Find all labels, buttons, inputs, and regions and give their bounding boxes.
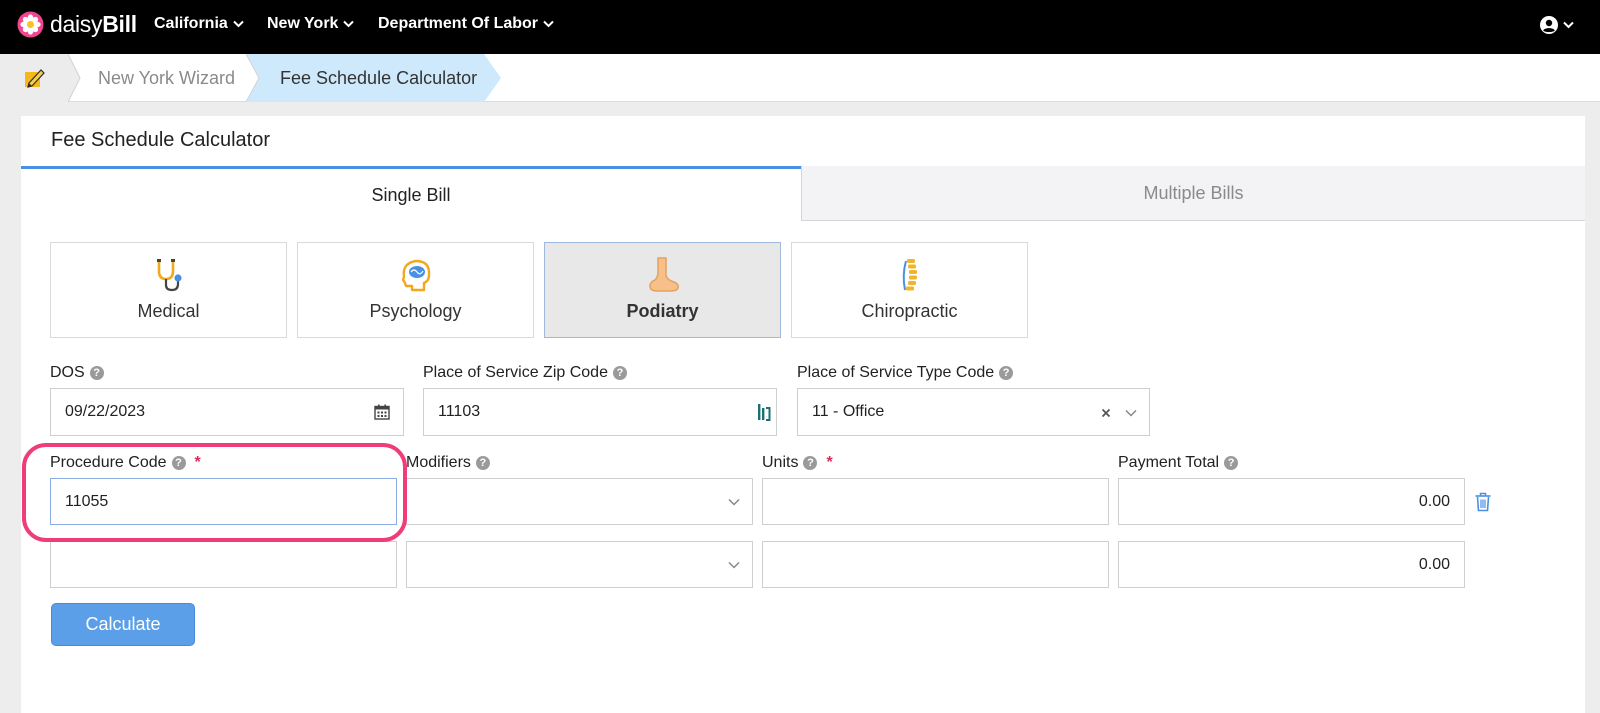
dos-input[interactable] bbox=[50, 388, 404, 436]
chevron-down-icon[interactable] bbox=[1125, 408, 1137, 418]
user-account-icon bbox=[1540, 16, 1558, 34]
nav-menu-new-york[interactable]: New York bbox=[267, 15, 355, 33]
modifiers-label-text: Modifiers bbox=[406, 454, 471, 471]
help-icon[interactable]: ? bbox=[612, 366, 627, 380]
procedure-code-highlight bbox=[22, 443, 407, 542]
modifiers-select[interactable] bbox=[406, 541, 753, 588]
brain-icon bbox=[401, 259, 430, 292]
spine-icon bbox=[902, 259, 917, 291]
modifiers-select[interactable] bbox=[406, 478, 753, 525]
breadcrumb-label: New York Wizard bbox=[98, 67, 236, 88]
pencil-note-icon bbox=[25, 69, 45, 88]
specialty-label: Psychology bbox=[369, 301, 462, 321]
help-icon[interactable]: ? bbox=[475, 456, 490, 470]
calculate-button[interactable]: Calculate bbox=[51, 603, 195, 646]
foot-icon bbox=[648, 257, 679, 292]
nav-menu-department-of-labor[interactable]: Department Of Labor bbox=[378, 15, 554, 33]
top-navigation-bar: daisyBill California New York Department… bbox=[0, 0, 1600, 54]
breadcrumb-separator bbox=[484, 54, 501, 102]
brand-name: daisyBill bbox=[50, 11, 137, 37]
calendar-icon[interactable] bbox=[370, 388, 394, 436]
breadcrumb-separator bbox=[246, 54, 260, 102]
nav-menu-label: California bbox=[154, 15, 228, 32]
help-icon[interactable]: ? bbox=[1224, 456, 1239, 470]
help-icon[interactable]: ? bbox=[89, 366, 104, 380]
help-icon[interactable]: ? bbox=[803, 456, 818, 470]
chevron-down-icon bbox=[1563, 21, 1574, 29]
trash-icon[interactable] bbox=[1471, 490, 1495, 514]
page-title: Fee Schedule Calculator bbox=[51, 129, 271, 151]
chevron-down-icon bbox=[343, 20, 355, 28]
help-icon[interactable]: ? bbox=[999, 366, 1014, 380]
tab-multiple-bills[interactable]: Multiple Bills bbox=[801, 166, 1585, 221]
modifiers-label: Modifiers ? bbox=[406, 454, 490, 472]
required-indicator: * bbox=[826, 454, 833, 471]
procedure-code-input[interactable] bbox=[50, 541, 397, 588]
dos-label: DOS ? bbox=[50, 364, 104, 382]
specialty-podiatry[interactable]: Podiatry bbox=[544, 242, 781, 338]
stethoscope-icon bbox=[156, 259, 182, 292]
pos-type-label: Place of Service Type Code ? bbox=[797, 364, 1014, 382]
pos-type-select[interactable]: 11 - Office bbox=[797, 388, 1150, 436]
clear-icon[interactable] bbox=[1101, 408, 1111, 418]
breadcrumb: New York Wizard Fee Schedule Calculator bbox=[0, 54, 1600, 102]
nav-menu-california[interactable]: California bbox=[154, 15, 244, 33]
payment-total-label: Payment Total ? bbox=[1118, 454, 1239, 472]
breadcrumb-home[interactable] bbox=[0, 54, 68, 102]
specialty-chiropractic[interactable]: Chiropractic bbox=[791, 242, 1028, 338]
password-manager-icon[interactable] bbox=[753, 388, 775, 436]
zip-code-label-text: Place of Service Zip Code bbox=[423, 364, 608, 381]
zip-code-label: Place of Service Zip Code ? bbox=[423, 364, 627, 382]
nav-menu-label: New York bbox=[267, 15, 339, 32]
payment-total-label-text: Payment Total bbox=[1118, 454, 1220, 471]
breadcrumb-item-fee-schedule-calculator: Fee Schedule Calculator bbox=[246, 54, 484, 102]
specialty-medical[interactable]: Medical bbox=[50, 242, 287, 338]
user-menu[interactable] bbox=[1539, 15, 1574, 35]
tab-single-bill[interactable]: Single Bill bbox=[21, 166, 801, 221]
tab-label: Single Bill bbox=[371, 184, 451, 205]
units-input[interactable] bbox=[762, 478, 1109, 525]
breadcrumb-item-new-york-wizard[interactable]: New York Wizard bbox=[70, 54, 246, 102]
zip-code-input[interactable] bbox=[423, 388, 777, 436]
fee-schedule-card: Fee Schedule Calculator Single Bill Mult… bbox=[21, 116, 1585, 713]
chevron-down-icon bbox=[728, 561, 740, 569]
daisybill-logo[interactable]: daisyBill bbox=[17, 11, 137, 38]
chevron-down-icon bbox=[728, 498, 740, 506]
pos-type-label-text: Place of Service Type Code bbox=[797, 364, 995, 381]
specialty-label: Chiropractic bbox=[861, 301, 958, 321]
nav-menu-label: Department Of Labor bbox=[378, 15, 539, 32]
chevron-down-icon bbox=[543, 20, 554, 28]
payment-total-input bbox=[1118, 478, 1465, 525]
chevron-down-icon bbox=[233, 20, 244, 28]
units-label: Units ? * bbox=[762, 454, 833, 472]
dos-label-text: DOS bbox=[50, 364, 85, 381]
units-input[interactable] bbox=[762, 541, 1109, 588]
breadcrumb-label: Fee Schedule Calculator bbox=[280, 67, 478, 88]
pos-type-value: 11 - Office bbox=[812, 403, 885, 420]
specialty-label: Medical bbox=[137, 301, 200, 321]
payment-total-input bbox=[1118, 541, 1465, 588]
daisy-flower-icon bbox=[17, 11, 44, 38]
specialty-label: Podiatry bbox=[626, 301, 699, 321]
units-label-text: Units bbox=[762, 454, 799, 471]
tab-label: Multiple Bills bbox=[1143, 182, 1244, 203]
specialty-psychology[interactable]: Psychology bbox=[297, 242, 534, 338]
